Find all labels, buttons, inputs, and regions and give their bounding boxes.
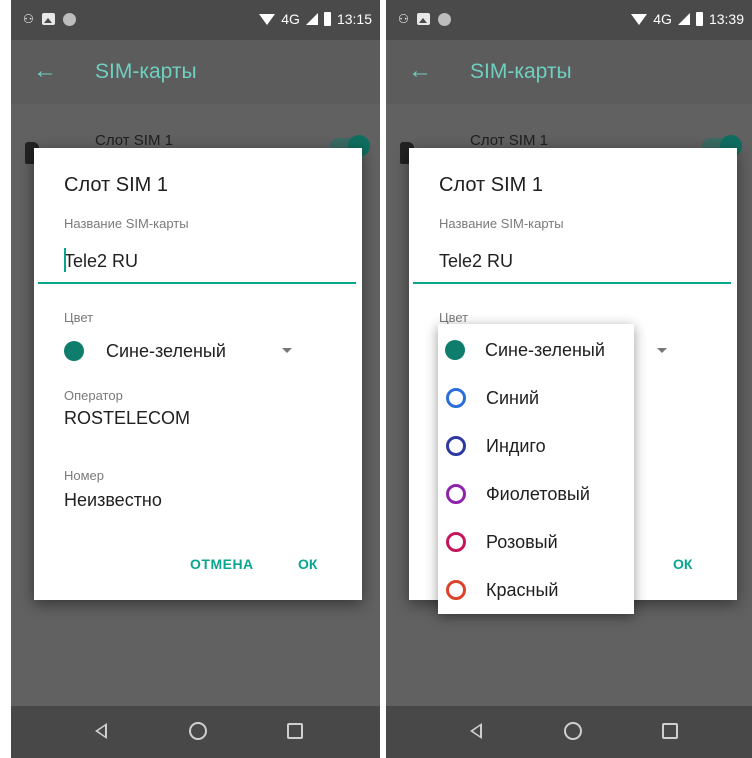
input-underline (413, 282, 731, 284)
battery-icon (695, 12, 703, 26)
status-bar: ⚇ 4G 13:39 (386, 0, 752, 40)
wifi-icon (631, 13, 648, 25)
filled-circle-icon (445, 340, 465, 360)
color-option-red[interactable]: Красный (438, 566, 634, 614)
people-icon: ⚇ (23, 12, 34, 26)
color-option-blue[interactable]: Синий (438, 374, 634, 422)
color-option-label: Синий (486, 387, 540, 408)
list-item-label: Слот SIM 1 (470, 132, 548, 149)
cancel-button[interactable]: ОТМЕНА (190, 556, 254, 572)
text-cursor (64, 248, 66, 272)
color-option-label: Фиолетовый (486, 483, 590, 504)
screenshot-comparison: ⚇ 4G 13:15 ← SIM-карты Слот SIM 1 Слот S… (0, 0, 752, 758)
sim-edit-dialog: Слот SIM 1 Название SIM-карты Цвет Сине-… (34, 148, 362, 600)
ok-button[interactable]: ОК (673, 556, 692, 572)
phone-screen-left: ⚇ 4G 13:15 ← SIM-карты Слот SIM 1 Слот S… (11, 0, 380, 758)
recents-nav-icon[interactable] (662, 723, 678, 739)
signal-icon (677, 13, 690, 25)
home-nav-icon[interactable] (564, 722, 582, 740)
color-label: Цвет (64, 310, 94, 325)
navigation-bar (386, 706, 752, 758)
color-option-label: Красный (486, 579, 559, 600)
number-value: Неизвестно (64, 490, 162, 510)
people-icon: ⚇ (398, 12, 409, 26)
color-dropdown-menu: Сине-зеленый Синий Индиго Фиолетовый Роз… (438, 324, 634, 614)
clock: 13:39 (708, 11, 744, 27)
back-arrow-icon[interactable]: ← (33, 58, 57, 84)
recents-nav-icon[interactable] (287, 723, 303, 739)
input-underline (38, 282, 356, 284)
ring-circle-icon (446, 484, 466, 504)
color-option-label: Розовый (486, 531, 558, 552)
phone-screen-right: ⚇ 4G 13:39 ← SIM-карты Слот SIM 1 Слот S… (386, 0, 752, 758)
number-label: Номер (64, 468, 105, 483)
back-nav-icon[interactable] (95, 723, 107, 739)
ring-circle-icon (446, 532, 466, 552)
clock: 13:15 (336, 11, 372, 27)
chevron-down-icon[interactable] (282, 348, 292, 353)
sim-name-label: Название SIM-карты (439, 216, 564, 231)
color-value: Сине-зеленый (106, 340, 226, 361)
color-option-label: Сине-зеленый (485, 339, 605, 360)
dialog-title: Слот SIM 1 (439, 174, 543, 196)
image-icon (41, 13, 55, 25)
operator-value: ROSTELECOM (64, 408, 191, 428)
ring-circle-icon (446, 388, 466, 408)
circle-icon (437, 12, 451, 26)
app-bar: ← SIM-карты (11, 40, 380, 104)
back-arrow-icon[interactable]: ← (408, 58, 432, 84)
sim-name-input[interactable] (437, 244, 733, 278)
app-bar: ← SIM-карты (386, 40, 752, 104)
sim-name-input[interactable] (62, 244, 358, 278)
color-option-indigo[interactable]: Индиго (438, 422, 634, 470)
network-type: 4G (653, 11, 672, 27)
wifi-icon (259, 13, 276, 25)
image-icon (416, 13, 430, 25)
ring-circle-icon (446, 580, 466, 600)
home-nav-icon[interactable] (189, 722, 207, 740)
color-select[interactable]: Сине-зеленый (64, 336, 226, 366)
back-nav-icon[interactable] (470, 723, 482, 739)
color-option-pink[interactable]: Розовый (438, 518, 634, 566)
navigation-bar (11, 706, 380, 758)
ring-circle-icon (446, 436, 466, 456)
page-title: SIM-карты (470, 60, 572, 83)
ok-button[interactable]: ОК (298, 556, 317, 572)
signal-icon (305, 13, 318, 25)
color-label: Цвет (439, 310, 469, 325)
color-option-teal[interactable]: Сине-зеленый (438, 326, 634, 374)
sim-name-label: Название SIM-карты (64, 216, 189, 231)
battery-icon (323, 12, 331, 26)
circle-icon (62, 12, 76, 26)
page-title: SIM-карты (95, 60, 197, 83)
color-option-label: Индиго (486, 435, 546, 456)
dialog-title: Слот SIM 1 (64, 174, 168, 196)
color-swatch-icon (64, 341, 84, 361)
status-bar: ⚇ 4G 13:15 (11, 0, 380, 40)
list-item-label: Слот SIM 1 (95, 132, 173, 149)
network-type: 4G (281, 11, 300, 27)
color-option-purple[interactable]: Фиолетовый (438, 470, 634, 518)
operator-label: Оператор (64, 388, 123, 403)
chevron-down-icon[interactable] (657, 348, 667, 353)
